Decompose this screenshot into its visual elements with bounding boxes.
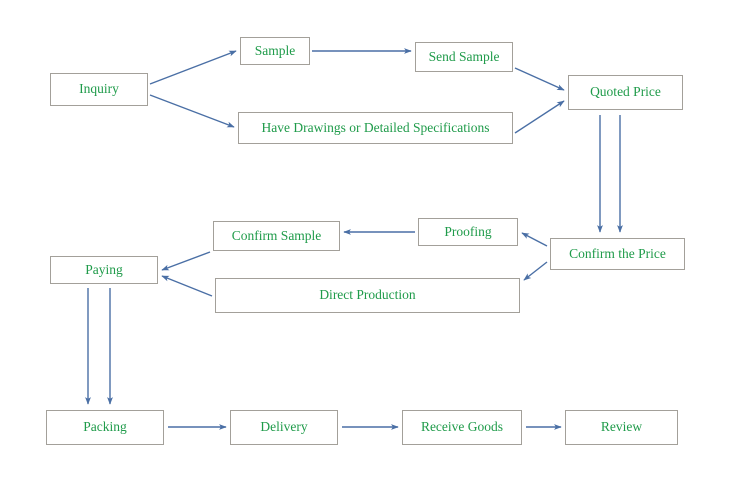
flow-node-review[interactable]: Review [565,410,678,445]
flow-node-quoted-price[interactable]: Quoted Price [568,75,683,110]
flow-arrow-send-sample-to-quoted-price [514,67,565,91]
flow-arrow-confirm-sample-to-paying [161,251,211,271]
flow-node-delivery[interactable]: Delivery [230,410,338,445]
flow-node-receive-goods[interactable]: Receive Goods [402,410,522,445]
flow-node-proofing[interactable]: Proofing [418,218,518,246]
flow-node-direct-production[interactable]: Direct Production [215,278,520,313]
flow-node-packing[interactable]: Packing [46,410,164,445]
flowchart-canvas: Inquiry Sample Send Sample Have Drawings or… [0,0,750,500]
flow-arrow-inquiry-to-sample [149,50,237,85]
flow-node-confirm-price[interactable]: Confirm the Price [550,238,685,270]
flow-arrow-confirm-price-to-direct-production [523,261,548,281]
flow-node-sample[interactable]: Sample [240,37,310,65]
flow-node-send-sample[interactable]: Send Sample [415,42,513,72]
flow-arrow-have-drawings-to-quoted-price [514,100,565,134]
flow-arrow-direct-production-to-paying [161,275,213,297]
flow-node-confirm-sample[interactable]: Confirm Sample [213,221,340,251]
flow-node-have-drawings[interactable]: Have Drawings or Detailed Specifications [238,112,513,144]
flow-node-paying[interactable]: Paying [50,256,158,284]
flow-arrow-confirm-price-to-proofing [521,232,548,247]
flow-arrow-inquiry-to-have-drawings [149,94,235,128]
flow-node-inquiry[interactable]: Inquiry [50,73,148,106]
